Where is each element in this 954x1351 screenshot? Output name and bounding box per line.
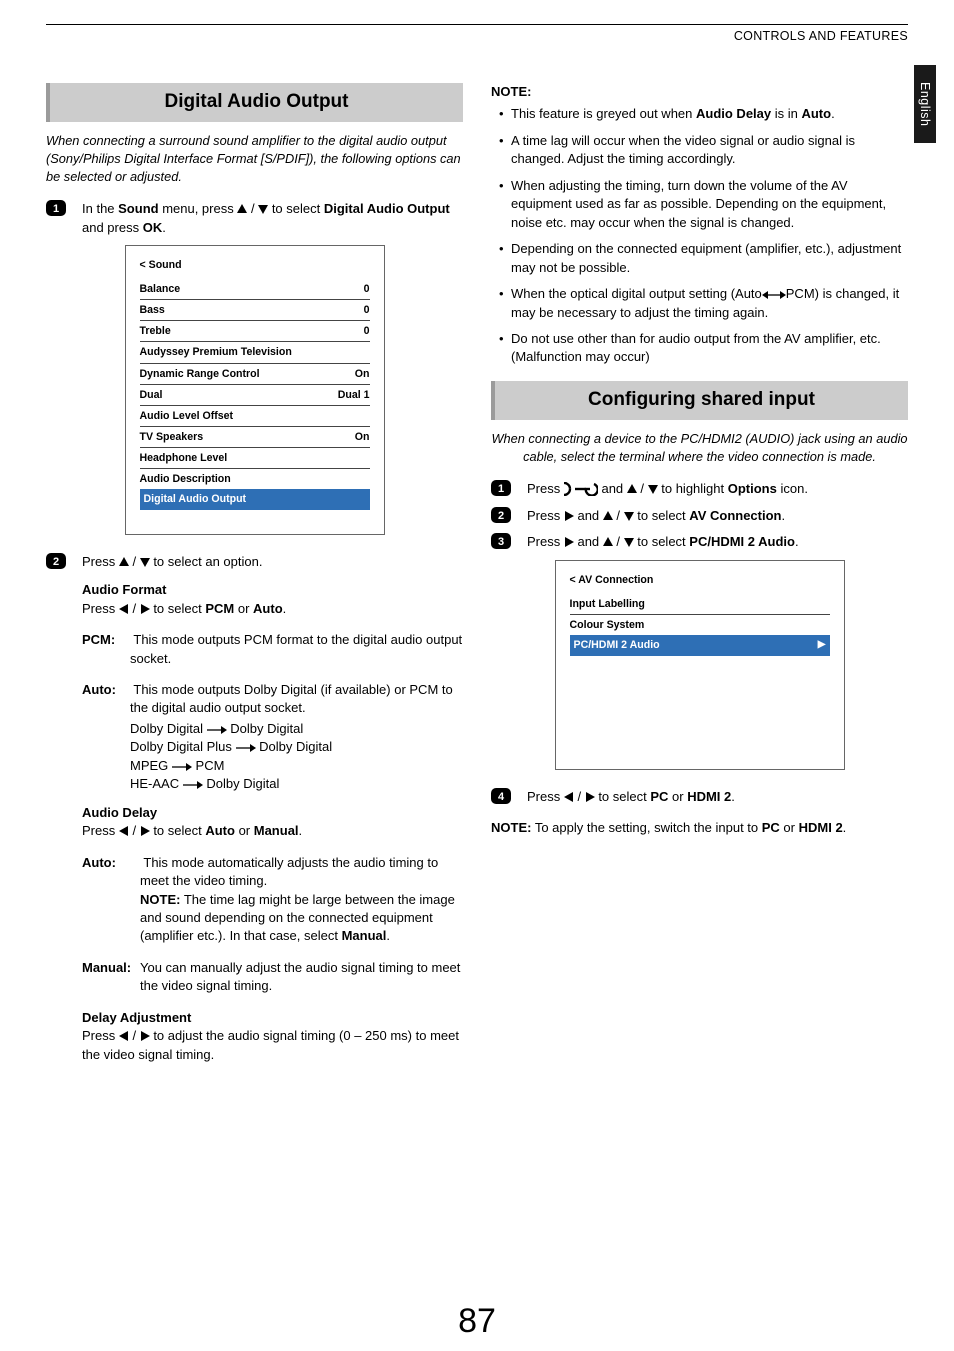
running-header: CONTROLS AND FEATURES <box>46 29 908 43</box>
delay-adjustment-heading: Delay Adjustment <box>82 1009 463 1027</box>
audio-format-heading: Audio Format <box>82 581 463 599</box>
step-2-text: Press / to select an option. Audio Forma… <box>82 553 463 1064</box>
up-icon <box>119 557 129 567</box>
delay-manual: Manual:You can manually adjust the audio… <box>82 959 463 996</box>
svg-text:1: 1 <box>53 203 59 215</box>
audio-format-line: Press / to select PCM or Auto. <box>82 600 463 618</box>
right-icon <box>564 537 574 547</box>
osd-row: DualDual 1 <box>140 385 370 406</box>
step-2: 2 Press / to select an option. Audio For… <box>46 553 463 1064</box>
step-1: 1 In the Sound menu, press / to select D… <box>46 200 463 237</box>
pcm-desc: PCM: This mode outputs PCM format to the… <box>82 631 463 668</box>
left-icon <box>564 792 574 802</box>
svg-text:2: 2 <box>498 510 504 522</box>
intro-shared-input: When connecting a device to the PC/HDMI2… <box>491 430 908 466</box>
svg-text:1: 1 <box>498 483 504 495</box>
note-item: Do not use other than for audio output f… <box>499 330 908 367</box>
osd-row: Audio Level Offset <box>140 406 370 427</box>
left-icon <box>119 604 129 614</box>
step-badge-4: 4 <box>491 788 511 806</box>
down-icon <box>624 537 634 547</box>
note-item: When the optical digital output setting … <box>499 285 908 322</box>
arrow-right-icon <box>172 763 192 771</box>
note-heading: NOTE: <box>491 83 908 101</box>
arrow-right-icon <box>183 781 203 789</box>
r-step-3: 3 Press and / to select PC/HDMI 2 Audio. <box>491 533 908 551</box>
heading-digital-audio-output: Digital Audio Output <box>46 83 463 122</box>
delay-auto-note: NOTE: The time lag might be large betwee… <box>82 891 463 946</box>
down-icon <box>140 557 150 567</box>
osd-row: Dynamic Range ControlOn <box>140 364 370 385</box>
right-icon <box>140 826 150 836</box>
osd-title: < AV Connection <box>570 573 830 588</box>
up-icon <box>627 484 637 494</box>
osd-row: Colour System <box>570 615 830 636</box>
notes-list: This feature is greyed out when Audio De… <box>491 105 908 366</box>
right-icon <box>564 511 574 521</box>
delay-auto: Auto: This mode automatically adjusts th… <box>82 854 463 891</box>
osd-av-connection: < AV Connection Input Labelling Colour S… <box>555 560 845 770</box>
header-section-title: CONTROLS AND FEATURES <box>734 29 908 43</box>
note-item: A time lag will occur when the video sig… <box>499 132 908 169</box>
r-step-4: 4 Press / to select PC or HDMI 2. <box>491 788 908 806</box>
down-icon <box>648 484 658 494</box>
step-badge-2: 2 <box>46 553 66 1064</box>
arrow-right-icon <box>207 726 227 734</box>
osd-row: Headphone Level <box>140 448 370 469</box>
note-item: When adjusting the timing, turn down the… <box>499 177 908 232</box>
codec-map: Dolby Digital Dolby Digital Dolby Digita… <box>82 720 463 794</box>
svg-text:4: 4 <box>498 791 505 803</box>
intro-digital-audio: When connecting a surround sound amplifi… <box>46 132 463 186</box>
osd-row-highlight: PC/HDMI 2 Audio▶ <box>570 635 830 656</box>
note-item: This feature is greyed out when Audio De… <box>499 105 908 123</box>
osd-row: Input Labelling <box>570 594 830 615</box>
right-icon <box>140 1031 150 1041</box>
footer-note: NOTE: To apply the setting, switch the i… <box>491 819 908 837</box>
right-icon: ▶ <box>818 638 826 653</box>
osd-row: Treble0 <box>140 321 370 342</box>
left-icon <box>119 1031 129 1041</box>
auto-desc: Auto: This mode outputs Dolby Digital (i… <box>82 681 463 718</box>
svg-text:2: 2 <box>53 556 59 568</box>
step-badge-3: 3 <box>491 533 511 551</box>
up-icon <box>237 204 247 214</box>
up-icon <box>603 511 613 521</box>
language-tab: English <box>914 65 936 143</box>
step-badge-1: 1 <box>46 200 66 237</box>
right-column: NOTE: This feature is greyed out when Au… <box>491 83 908 1072</box>
audio-delay-line: Press / to select Auto or Manual. <box>82 822 463 840</box>
osd-title: < Sound <box>140 258 370 273</box>
up-icon <box>603 537 613 547</box>
left-column: Digital Audio Output When connecting a s… <box>46 83 463 1072</box>
osd-row: Balance0 <box>140 279 370 300</box>
r-step-2: 2 Press and / to select AV Connection. <box>491 507 908 525</box>
osd-row: Audyssey Premium Television <box>140 342 370 363</box>
down-icon <box>258 204 268 214</box>
svg-text:3: 3 <box>498 536 504 548</box>
osd-sound-menu: < Sound Balance0 Bass0 Treble0 Audyssey … <box>125 245 385 534</box>
osd-row: TV SpeakersOn <box>140 427 370 448</box>
page-number: 87 <box>0 1302 954 1341</box>
r-step-1: 1 Press and / to highlight Options icon. <box>491 480 908 498</box>
step-badge-1: 1 <box>491 480 511 498</box>
osd-row: Bass0 <box>140 300 370 321</box>
step-badge-2: 2 <box>491 507 511 525</box>
language-label: English <box>918 82 932 127</box>
osd-row-highlight: Digital Audio Output <box>140 489 370 510</box>
note-item: Depending on the connected equipment (am… <box>499 240 908 277</box>
double-arrow-icon <box>762 291 786 299</box>
osd-row: Audio Description <box>140 469 370 490</box>
delay-adjustment-line: Press / to adjust the audio signal timin… <box>82 1027 463 1064</box>
right-icon <box>140 604 150 614</box>
quick-menu-icon <box>564 482 598 496</box>
left-icon <box>119 826 129 836</box>
down-icon <box>624 511 634 521</box>
heading-configuring-shared-input: Configuring shared input <box>491 381 908 420</box>
header-rule <box>46 24 908 25</box>
right-icon <box>585 792 595 802</box>
step-1-text: In the Sound menu, press / to select Dig… <box>82 200 463 237</box>
arrow-right-icon <box>236 744 256 752</box>
audio-delay-heading: Audio Delay <box>82 804 463 822</box>
